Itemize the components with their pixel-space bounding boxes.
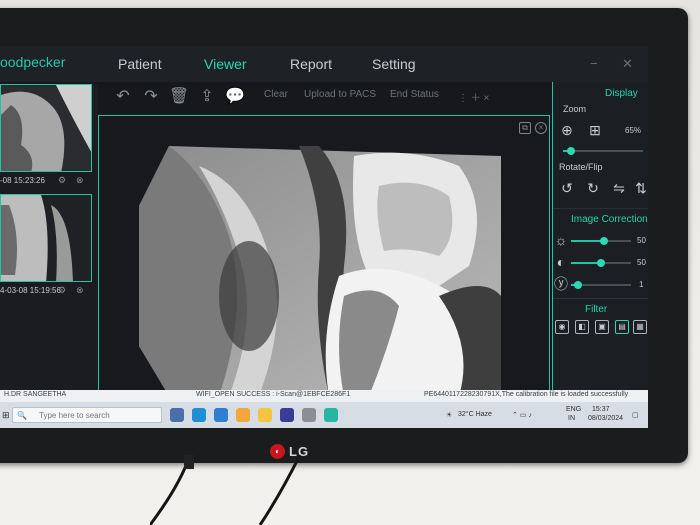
thumbnail-strip: -08 15:23:26 ⚙ ⊗ 4-03-08 15:19:56 ⚙ ⊗ bbox=[0, 84, 98, 428]
brightness-icon: ☼ bbox=[554, 232, 568, 248]
zoom-slider-knob[interactable] bbox=[567, 147, 575, 155]
taskbar-search[interactable]: 🔍 Type here to search bbox=[12, 407, 162, 423]
edge-icon[interactable] bbox=[192, 408, 206, 422]
settings-icon[interactable] bbox=[302, 408, 316, 422]
start-icon[interactable]: ⊞ bbox=[2, 410, 10, 421]
undo-icon[interactable]: ↶ bbox=[112, 86, 134, 108]
filter-palette-icon[interactable]: ◉ bbox=[555, 320, 569, 334]
contrast-slider[interactable] bbox=[571, 259, 631, 267]
brightness-value: 50 bbox=[637, 236, 646, 245]
end-status-button[interactable]: End Status bbox=[390, 89, 439, 100]
app-name: oodpecker bbox=[0, 54, 66, 70]
thumbnail-1-date: -08 15:23:26 bbox=[0, 176, 45, 185]
zoom-slider[interactable] bbox=[563, 147, 643, 155]
zoom-in-icon[interactable]: ⊕ bbox=[559, 122, 575, 138]
clock-time[interactable]: 15:37 bbox=[592, 406, 610, 413]
region-indicator: IN bbox=[568, 415, 575, 422]
wifi-status: WIFI_OPEN SUCCESS : i-Scan@1EBFCE286F1 bbox=[196, 391, 351, 398]
gamma-slider-knob[interactable] bbox=[574, 281, 583, 289]
monitor-cable bbox=[150, 455, 302, 525]
thumbnail-2-date: 4-03-08 15:19:56 bbox=[0, 286, 61, 295]
file-explorer-icon[interactable] bbox=[258, 408, 272, 422]
zoom-fit-icon[interactable]: ⊞ bbox=[587, 122, 603, 138]
app-title-bar: oodpecker Patient Viewer Report Setting … bbox=[0, 46, 648, 82]
close-image-icon[interactable]: × bbox=[535, 122, 547, 134]
gamma-slider[interactable] bbox=[571, 281, 631, 289]
app-icon-a[interactable] bbox=[280, 408, 294, 422]
display-title: Display bbox=[605, 88, 638, 99]
filter-sharpen-icon[interactable]: ◧ bbox=[575, 320, 589, 334]
annotate-icon[interactable]: 💬 bbox=[224, 86, 246, 108]
doctor-name: H.DR SANGEETHA bbox=[4, 391, 67, 398]
contrast-icon: ◐ bbox=[556, 254, 566, 270]
language-indicator[interactable]: ENG bbox=[566, 406, 581, 413]
monitor: oodpecker Patient Viewer Report Setting … bbox=[0, 8, 688, 463]
zoom-value[interactable]: 65% bbox=[625, 126, 641, 135]
separator bbox=[553, 298, 648, 299]
clock-date: 08/03/2024 bbox=[588, 415, 624, 422]
thumbnail-xray-image bbox=[1, 195, 91, 281]
status-bar: H.DR SANGEETHA WIFI_OPEN SUCCESS : i-Sca… bbox=[0, 390, 648, 402]
thumbnail-2[interactable] bbox=[0, 194, 92, 282]
woodpecker-app-icon[interactable] bbox=[324, 408, 338, 422]
thumbnail-xray-image bbox=[1, 85, 91, 171]
calibration-status: PE6440117228230791X,The calibration file… bbox=[424, 391, 629, 398]
task-view-icon[interactable] bbox=[170, 408, 184, 422]
search-icon: 🔍 bbox=[17, 411, 27, 420]
filter-enhance-icon[interactable]: ▤ bbox=[615, 320, 629, 334]
image-correction-title: Image Correction bbox=[571, 214, 648, 225]
store-icon[interactable] bbox=[214, 408, 228, 422]
notification-icon[interactable]: ▢ bbox=[632, 411, 639, 419]
contrast-value: 50 bbox=[637, 258, 646, 267]
tab-report[interactable]: Report bbox=[290, 56, 332, 72]
thumbnail-1[interactable] bbox=[0, 84, 92, 172]
weather-icon: ☀ bbox=[446, 412, 453, 419]
clear-button[interactable]: Clear bbox=[264, 89, 288, 100]
rotate-left-icon[interactable]: ↺ bbox=[559, 180, 575, 196]
gamma-value: 1 bbox=[639, 280, 644, 289]
filter-title: Filter bbox=[585, 304, 608, 315]
redo-icon[interactable]: ↷ bbox=[140, 86, 162, 108]
tab-setting[interactable]: Setting bbox=[372, 56, 416, 72]
windows-taskbar: ⊞ 🔍 Type here to search ☀ 32°C Haze ⌃ ▭ … bbox=[0, 402, 648, 428]
viewer-toolbar: ↶ ↷ 🗑 ⇪ 💬 Clear Upload to PACS End Statu… bbox=[98, 84, 548, 110]
export-icon[interactable]: ⇪ bbox=[196, 86, 218, 108]
minimize-icon[interactable]: − bbox=[590, 56, 598, 71]
upload-pacs-button[interactable]: Upload to PACS bbox=[304, 89, 376, 100]
tray-icons[interactable]: ⌃ ▭ ♪ bbox=[512, 411, 532, 419]
screen: oodpecker Patient Viewer Report Setting … bbox=[0, 46, 648, 428]
weather-text[interactable]: 32°C Haze bbox=[458, 411, 492, 418]
image-viewer[interactable]: ⧉ × bbox=[98, 115, 550, 428]
rotate-right-icon[interactable]: ↻ bbox=[585, 180, 601, 196]
search-placeholder: Type here to search bbox=[39, 411, 110, 420]
zoom-label: Zoom bbox=[563, 104, 587, 114]
brightness-slider[interactable] bbox=[571, 237, 631, 245]
gamma-icon: ⓨ bbox=[554, 276, 568, 292]
contrast-slider-knob[interactable] bbox=[597, 259, 605, 267]
control-panel: Display Zoom ⊕ ⊞ 65% Rotate/Flip ↺ ↻ ⇋ ⇅… bbox=[552, 82, 648, 428]
brightness-slider-knob[interactable] bbox=[600, 237, 608, 245]
flip-vertical-icon[interactable]: ⇅ bbox=[633, 180, 648, 196]
tab-viewer[interactable]: Viewer bbox=[204, 56, 247, 72]
filter-invert-icon[interactable]: ▦ bbox=[633, 320, 647, 334]
dental-xray-image bbox=[139, 146, 501, 396]
thumbnail-2-delete-icon[interactable]: ⊗ bbox=[76, 285, 84, 296]
tab-patient[interactable]: Patient bbox=[118, 56, 162, 72]
thumbnail-2-settings-icon[interactable]: ⚙ bbox=[58, 285, 66, 296]
filter-smooth-icon[interactable]: ▣ bbox=[595, 320, 609, 334]
delete-icon[interactable]: 🗑 bbox=[168, 86, 190, 108]
copy-icon[interactable]: ⧉ bbox=[519, 122, 531, 134]
rotate-flip-label: Rotate/Flip bbox=[559, 162, 603, 172]
thumbnail-1-delete-icon[interactable]: ⊗ bbox=[76, 175, 84, 186]
separator bbox=[553, 208, 648, 209]
thumbnail-1-settings-icon[interactable]: ⚙ bbox=[58, 175, 66, 186]
more-icon[interactable]: ⋮ ＋ × bbox=[458, 89, 489, 104]
chrome-icon[interactable] bbox=[236, 408, 250, 422]
flip-horizontal-icon[interactable]: ⇋ bbox=[611, 180, 627, 196]
close-window-icon[interactable]: ✕ bbox=[622, 56, 633, 72]
